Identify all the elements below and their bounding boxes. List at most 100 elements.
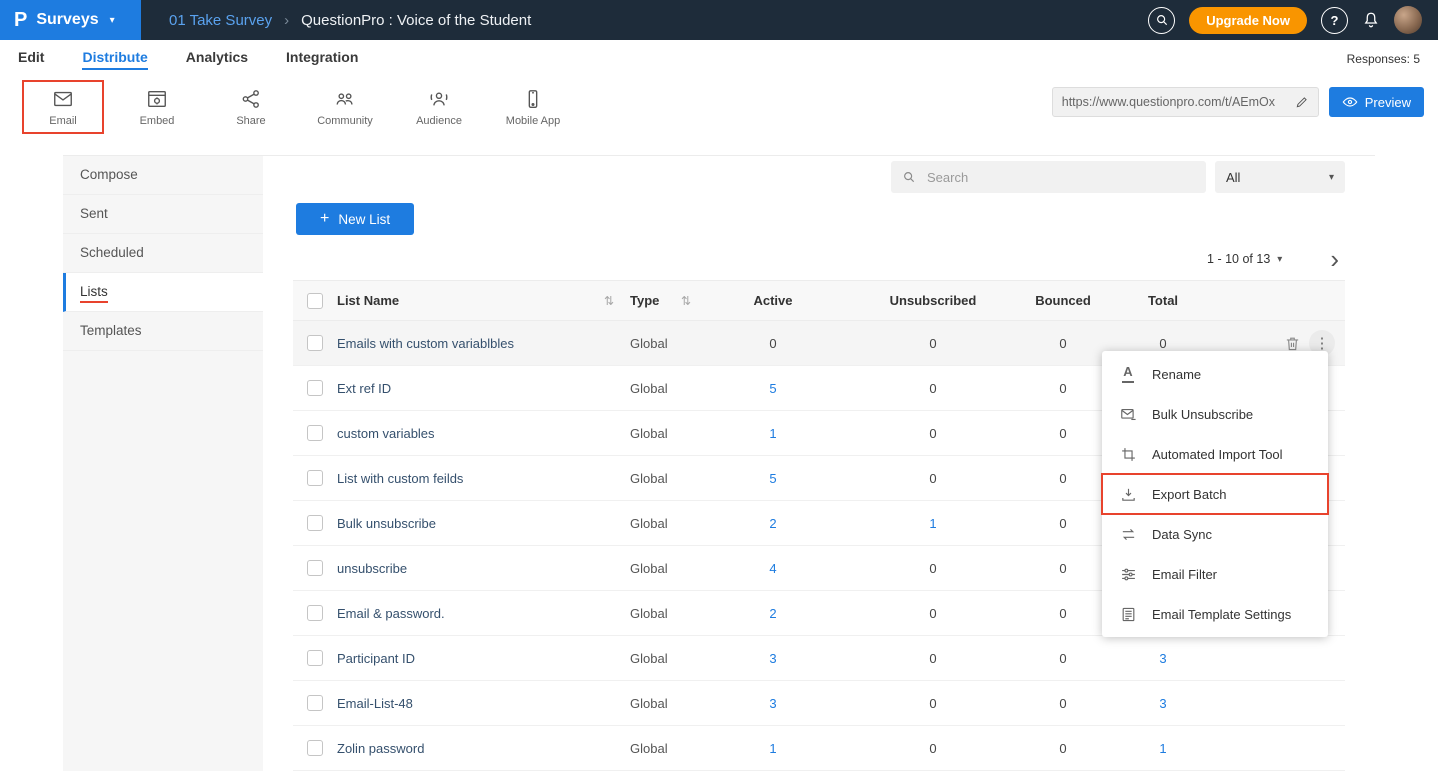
audience-icon (428, 88, 450, 110)
row-checkbox[interactable] (307, 470, 323, 486)
column-header-bounced: Bounced (1023, 281, 1103, 321)
menu-item-automated-import-tool[interactable]: Automated Import Tool (1102, 434, 1328, 474)
cell-unsubscribed[interactable]: 1 (843, 501, 1023, 546)
menu-item-export-batch[interactable]: Export Batch (1102, 474, 1328, 514)
toolbar-item-mobile-app[interactable]: Mobile App (492, 80, 574, 134)
table-header-row: List Name ⇅ Type ⇅ Active Unsubscribed B… (293, 281, 1345, 321)
list-name-link[interactable]: Participant ID (337, 651, 415, 666)
cell-bounced: 0 (1023, 591, 1103, 636)
email-filter-icon (1119, 566, 1137, 583)
cell-active[interactable]: 3 (703, 681, 843, 726)
menu-item-label: Bulk Unsubscribe (1152, 407, 1253, 422)
row-checkbox[interactable] (307, 425, 323, 441)
edit-url-icon[interactable] (1295, 95, 1309, 109)
list-type: Global (626, 411, 703, 456)
notifications-button[interactable] (1362, 11, 1380, 29)
cell-total[interactable]: 3 (1103, 681, 1223, 726)
row-checkbox[interactable] (307, 605, 323, 621)
product-name: Surveys (36, 11, 98, 29)
distribute-toolbar: Email Embed Share Community Audience Mob… (0, 78, 1438, 135)
tab-distribute[interactable]: Distribute (82, 49, 147, 70)
toolbar-item-email[interactable]: Email (22, 80, 104, 134)
list-type: Global (626, 501, 703, 546)
toolbar-item-audience[interactable]: Audience (398, 80, 480, 134)
search-input[interactable] (925, 169, 1195, 186)
row-checkbox[interactable] (307, 740, 323, 756)
cell-active[interactable]: 1 (703, 726, 843, 771)
top-bar: P Surveys ▾ 01 Take Survey › QuestionPro… (0, 0, 1438, 40)
mobile-app-icon (522, 88, 544, 110)
toolbar-item-label: Community (317, 115, 373, 127)
list-name-link[interactable]: Email & password. (337, 606, 445, 621)
next-page-button[interactable]: › (1330, 250, 1339, 268)
menu-item-label: Automated Import Tool (1152, 447, 1283, 462)
list-name-link[interactable]: Emails with custom variablbles (337, 336, 514, 351)
surveys-menu[interactable]: P Surveys ▾ (0, 0, 141, 40)
sort-list-name-icon[interactable]: ⇅ (604, 294, 614, 308)
cell-unsubscribed: 0 (843, 321, 1023, 366)
cell-total[interactable]: 1 (1103, 726, 1223, 771)
cell-active[interactable]: 5 (703, 456, 843, 501)
list-name-link[interactable]: Ext ref ID (337, 381, 391, 396)
cell-active[interactable]: 2 (703, 591, 843, 636)
preview-button[interactable]: Preview (1329, 87, 1424, 117)
help-button[interactable]: ? (1321, 7, 1348, 34)
menu-item-bulk-unsubscribe[interactable]: Bulk Unsubscribe (1102, 394, 1328, 434)
list-name-link[interactable]: Email-List-48 (337, 696, 413, 711)
row-checkbox[interactable] (307, 560, 323, 576)
cell-active[interactable]: 3 (703, 636, 843, 681)
toolbar-item-share[interactable]: Share (210, 80, 292, 134)
toolbar-item-community[interactable]: Community (304, 80, 386, 134)
tab-analytics[interactable]: Analytics (186, 49, 248, 70)
list-name-link[interactable]: custom variables (337, 426, 435, 441)
responses-count[interactable]: Responses: 5 (1347, 52, 1420, 66)
survey-url-field[interactable]: https://www.questionpro.com/t/AEmOx (1052, 87, 1319, 117)
table-row: Zolin passwordGlobal1001 (293, 726, 1345, 771)
cell-unsubscribed: 0 (843, 456, 1023, 501)
cell-active[interactable]: 1 (703, 411, 843, 456)
sort-type-icon[interactable]: ⇅ (681, 294, 691, 308)
breadcrumb-separator-icon: › (284, 12, 289, 29)
cell-active[interactable]: 5 (703, 366, 843, 411)
email-template-settings-icon (1119, 606, 1137, 623)
delete-list-button[interactable] (1284, 334, 1301, 351)
email-icon (52, 88, 74, 110)
breadcrumb-survey-name[interactable]: 01 Take Survey (169, 12, 272, 29)
filter-dropdown[interactable]: All ▾ (1215, 161, 1345, 193)
row-checkbox[interactable] (307, 515, 323, 531)
new-list-button-label: New List (338, 212, 390, 227)
sidebar-item-scheduled[interactable]: Scheduled (63, 234, 263, 273)
search-box[interactable] (891, 161, 1206, 193)
list-name-link[interactable]: unsubscribe (337, 561, 407, 576)
list-name-link[interactable]: List with custom feilds (337, 471, 463, 486)
sidebar-item-templates[interactable]: Templates (63, 312, 263, 351)
sidebar-item-lists[interactable]: Lists (63, 273, 263, 312)
cell-total[interactable]: 3 (1103, 636, 1223, 681)
menu-item-email-filter[interactable]: Email Filter (1102, 554, 1328, 594)
cell-unsubscribed: 0 (843, 366, 1023, 411)
menu-item-rename[interactable]: A Rename (1102, 354, 1328, 394)
pagination-range-dropdown[interactable]: 1 - 10 of 13 ▾ (1207, 252, 1282, 266)
search-button[interactable] (1148, 7, 1175, 34)
survey-url-text: https://www.questionpro.com/t/AEmOx (1062, 95, 1289, 109)
tab-edit[interactable]: Edit (18, 49, 44, 70)
menu-item-data-sync[interactable]: Data Sync (1102, 514, 1328, 554)
tab-integration[interactable]: Integration (286, 49, 358, 70)
select-all-checkbox[interactable] (307, 293, 323, 309)
new-list-button[interactable]: + New List (296, 203, 414, 235)
upgrade-now-button[interactable]: Upgrade Now (1189, 7, 1307, 34)
column-header-type: Type (630, 293, 659, 308)
sidebar-item-sent[interactable]: Sent (63, 195, 263, 234)
row-checkbox[interactable] (307, 380, 323, 396)
cell-active[interactable]: 4 (703, 546, 843, 591)
menu-item-email-template-settings[interactable]: Email Template Settings (1102, 594, 1328, 634)
row-checkbox[interactable] (307, 695, 323, 711)
avatar[interactable] (1394, 6, 1422, 34)
row-checkbox[interactable] (307, 335, 323, 351)
cell-active[interactable]: 2 (703, 501, 843, 546)
row-checkbox[interactable] (307, 650, 323, 666)
list-name-link[interactable]: Bulk unsubscribe (337, 516, 436, 531)
sidebar-item-compose[interactable]: Compose (63, 156, 263, 195)
toolbar-item-embed[interactable]: Embed (116, 80, 198, 134)
list-name-link[interactable]: Zolin password (337, 741, 424, 756)
